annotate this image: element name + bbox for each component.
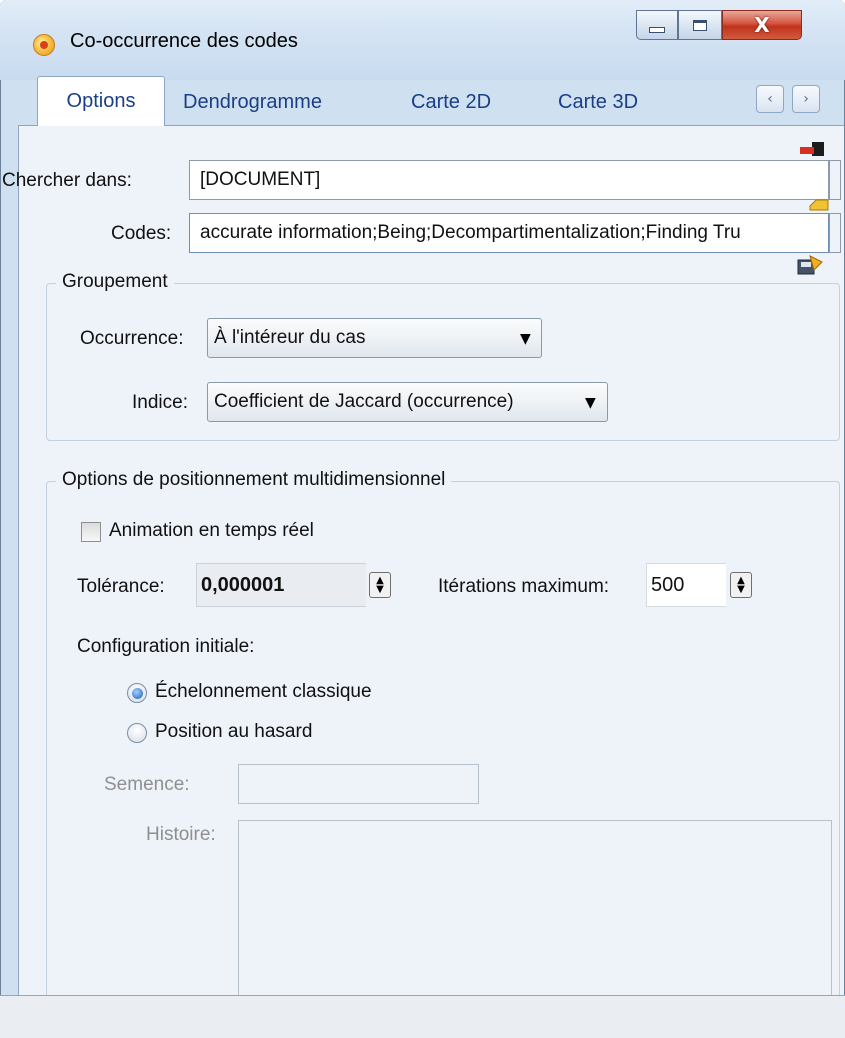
spin-down-icon: ▼ [737,584,745,595]
tab-scroll-right-button[interactable]: › [792,85,820,113]
tab-dendrogramme[interactable]: Dendrogramme [183,78,322,126]
save-icon[interactable] [796,254,824,278]
chevron-down-icon: ▼ [585,395,596,411]
tolerance-input[interactable]: 0,000001 [196,563,366,607]
chevron-left-icon: ‹ [767,91,773,107]
spin-down-icon: ▼ [376,584,384,595]
tolerance-spinner[interactable]: ▲ ▼ [369,572,391,598]
grouping-legend: Groupement [56,271,174,293]
minimize-button[interactable] [636,10,678,40]
tab-scroll-left-button[interactable]: ‹ [756,85,784,113]
window-title: Co-occurrence des codes [70,30,298,52]
mds-legend: Options de positionnement multidimension… [56,469,452,491]
occurrence-value: À l'intéreur du cas [214,327,366,348]
animation-label: Animation en temps réel [109,520,314,541]
random-position-label: Position au hasard [155,721,313,742]
index-value: Coefficient de Jaccard (occurrence) [214,391,514,412]
occurrence-label: Occurrence: [80,328,184,349]
folder-icon[interactable] [808,196,830,212]
animation-checkbox[interactable] [81,522,101,542]
tab-carte-2d[interactable]: Carte 2D [411,78,491,126]
close-icon: X [754,13,770,37]
iterations-input[interactable]: 500 [646,563,726,607]
iterations-spinner[interactable]: ▲ ▼ [730,572,752,598]
classic-scaling-radio[interactable] [127,683,147,703]
search-in-label: Chercher dans: [2,170,132,191]
classic-scaling-label: Échelonnement classique [155,681,372,702]
initial-config-label: Configuration initiale: [77,636,255,657]
chevron-down-icon: ▼ [520,331,531,347]
codes-label: Codes: [111,223,172,244]
history-label: Histoire: [146,824,216,845]
search-in-browse-button[interactable] [829,160,841,200]
status-bar [0,995,845,1038]
chevron-right-icon: › [803,91,809,107]
codes-browse-button[interactable] [829,213,841,253]
history-textarea[interactable] [238,820,832,996]
seed-label: Semence: [104,774,190,795]
iterations-label: Itérations maximum: [438,576,610,597]
tab-options[interactable]: Options [37,76,165,126]
search-in-field[interactable]: [DOCUMENT] [189,160,829,200]
index-select[interactable]: Coefficient de Jaccard (occurrence) [207,382,608,422]
tab-carte-3d[interactable]: Carte 3D [558,78,638,126]
tolerance-label: Tolérance: [77,576,165,597]
close-button[interactable]: X [722,10,802,40]
maximize-icon [693,19,707,31]
index-label: Indice: [132,392,188,413]
seed-input[interactable] [238,764,479,804]
app-icon [33,34,55,56]
codes-field[interactable]: accurate information;Being;Decompartimen… [189,213,829,253]
minimize-icon [649,27,665,33]
delete-icon[interactable] [798,138,828,158]
maximize-button[interactable] [678,10,722,40]
occurrence-select[interactable]: À l'intéreur du cas [207,318,542,358]
random-position-radio[interactable] [127,723,147,743]
